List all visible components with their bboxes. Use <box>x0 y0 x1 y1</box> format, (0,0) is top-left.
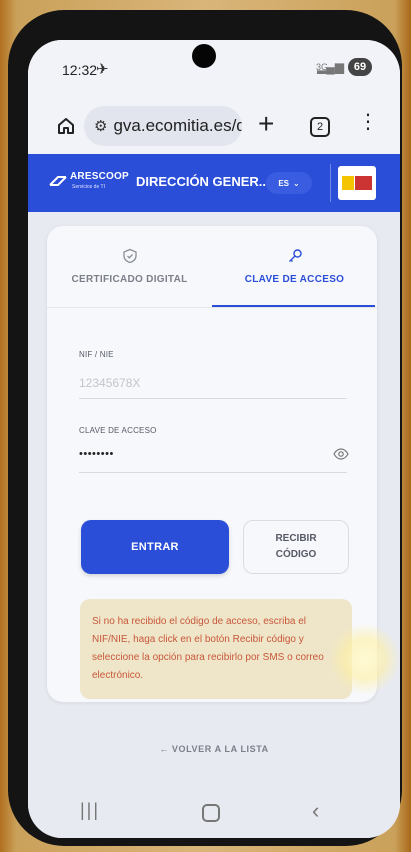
status-bar: 12:32 ✈ 3G ▂▄▆ 69 <box>28 40 400 94</box>
recent-apps-icon[interactable]: ||| <box>80 800 100 821</box>
tab-clave-de-acceso[interactable]: CLAVE DE ACCESO <box>212 226 377 306</box>
site-header: ARESCOOP Servicios de TI DIRECCIÓN GENER… <box>28 154 400 212</box>
airplane-icon: ✈ <box>96 61 109 78</box>
password-input-underline <box>79 472 347 473</box>
eye-icon[interactable] <box>333 446 349 462</box>
arescoop-logo[interactable]: ARESCOOP Servicios de TI <box>48 169 138 197</box>
enter-button[interactable]: ENTRAR <box>81 520 229 574</box>
battery-indicator: 69 <box>348 58 372 76</box>
tab-certificado-digital[interactable]: CERTIFICADO DIGITAL <box>47 226 212 306</box>
language-selector[interactable]: ES ⌄ <box>266 172 312 194</box>
phone-screen: 12:32 ✈ 3G ▂▄▆ 69 ⚙ gva.ecomitia.es/dgd … <box>28 40 400 838</box>
browser-toolbar: ⚙ gva.ecomitia.es/dgd + 2 ⋮ <box>28 94 400 154</box>
front-camera <box>192 44 216 68</box>
gva-logo <box>338 166 376 200</box>
gva-emblem-icon <box>342 176 372 190</box>
back-icon[interactable]: ‹ <box>312 798 319 824</box>
shield-icon <box>122 248 137 264</box>
nif-label: NIF / NIE <box>79 350 114 359</box>
address-bar[interactable]: ⚙ gva.ecomitia.es/dgd <box>84 106 242 146</box>
light-glare <box>330 624 400 694</box>
site-settings-icon[interactable]: ⚙ <box>94 117 107 135</box>
logo-name: ARESCOOP <box>70 171 129 182</box>
receive-code-button[interactable]: RECIBIR CÓDIGO <box>243 520 349 574</box>
tab-divider <box>47 307 377 308</box>
status-time: 12:32 <box>62 62 98 78</box>
password-label: CLAVE DE ACCESO <box>79 426 157 435</box>
back-to-list-link[interactable]: ← VOLVER A LA LISTA <box>28 744 400 754</box>
url-text: gva.ecomitia.es/dgd <box>113 116 242 135</box>
nif-input[interactable]: 12345678X <box>79 376 140 390</box>
logo-mark-icon <box>49 176 67 186</box>
tab-label: CLAVE DE ACCESO <box>244 274 345 285</box>
home-button-icon[interactable] <box>202 804 220 822</box>
info-notice: Si no ha recibido el código de acceso, e… <box>80 599 352 699</box>
nif-input-underline <box>79 398 347 399</box>
system-nav-bar: ||| ‹ <box>28 792 400 838</box>
key-icon <box>288 249 302 262</box>
password-input[interactable]: •••••••• <box>79 448 114 460</box>
logo-subtitle: Servicios de TI <box>72 184 105 190</box>
signal-icon: ▂▄▆ <box>317 60 344 74</box>
header-divider <box>330 164 331 202</box>
chevron-down-icon: ⌄ <box>292 178 300 188</box>
page-title: DIRECCIÓN GENER... <box>136 174 270 189</box>
home-icon[interactable] <box>56 116 76 136</box>
more-menu-icon[interactable]: ⋮ <box>358 112 378 132</box>
tab-switcher-button[interactable]: 2 <box>310 117 330 137</box>
new-tab-icon[interactable]: + <box>258 108 274 140</box>
login-card: CERTIFICADO DIGITAL CLAVE DE ACCESO NIF … <box>47 226 377 702</box>
tab-label: CERTIFICADO DIGITAL <box>71 274 188 285</box>
language-label: ES <box>278 178 289 188</box>
